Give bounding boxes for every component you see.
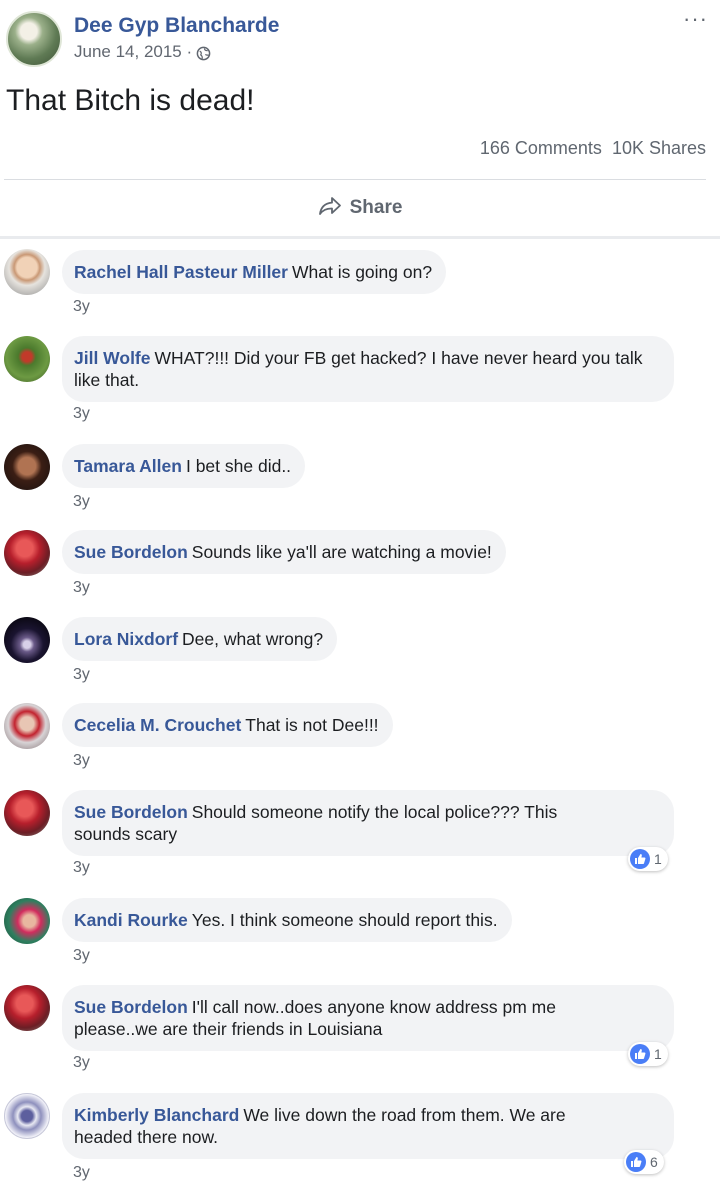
more-options-icon[interactable]: ··· (683, 6, 708, 32)
commenter-name[interactable]: Kandi Rourke (74, 910, 188, 930)
comment-bubble: Sue Bordelon Should someone notify the lo… (62, 790, 674, 856)
comment-bubble: Tamara Allen I bet she did.. (62, 444, 306, 488)
comment-bubble: Jill Wolfe WHAT?!!! Did your FB get hacke… (62, 336, 674, 402)
commenter-avatar[interactable] (4, 336, 50, 382)
like-count: 1 (654, 851, 662, 867)
comment-bubble: Rachel Hall Pasteur Miller What is going … (62, 250, 447, 294)
commenter-name[interactable]: Sue Bordelon (74, 542, 188, 562)
comment-bubble: Lora Nixdorf Dee, what wrong? (62, 617, 338, 661)
comment-text: Yes. I think someone should report this. (191, 910, 498, 930)
thumbs-up-icon (630, 849, 650, 869)
comment-time[interactable]: 3y (73, 752, 90, 770)
post-meta: June 14, 2015 · (74, 42, 211, 62)
comment-time[interactable]: 3y (73, 1054, 90, 1072)
commenter-name[interactable]: Tamara Allen (74, 456, 182, 476)
shares-count[interactable]: 10K Shares (612, 138, 706, 159)
comment-text: Dee, what wrong? (182, 629, 324, 649)
post-header: Dee Gyp Blancharde June 14, 2015 · ··· (0, 0, 720, 80)
post-text: That Bitch is dead! (6, 84, 255, 117)
commenter-avatar[interactable] (4, 444, 50, 490)
comment-text: WHAT?!!! Did your FB get hacked? I have … (74, 348, 643, 390)
like-count-badge[interactable]: 1 (628, 1042, 668, 1066)
commenter-avatar[interactable] (4, 703, 50, 749)
commenter-name[interactable]: Rachel Hall Pasteur Miller (74, 262, 288, 282)
comment-bubble: Cecelia M. Crouchet That is not Dee!!! (62, 703, 393, 747)
section-separator (0, 236, 720, 239)
post-stats: 166 Comments 10K Shares (480, 138, 706, 159)
commenter-avatar[interactable] (4, 898, 50, 944)
commenter-name[interactable]: Lora Nixdorf (74, 629, 178, 649)
globe-icon (196, 46, 211, 61)
comment-text: I bet she did.. (185, 456, 292, 476)
post-author-name[interactable]: Dee Gyp Blancharde (74, 14, 279, 38)
like-count: 1 (654, 1046, 662, 1062)
comment-time[interactable]: 3y (73, 298, 90, 316)
share-label: Share (349, 197, 403, 218)
thumbs-up-icon (630, 1044, 650, 1064)
comment-time[interactable]: 3y (73, 859, 90, 877)
commenter-name[interactable]: Sue Bordelon (74, 802, 188, 822)
comment-bubble: Sue Bordelon Sounds like ya'll are watchi… (62, 530, 506, 574)
commenter-name[interactable]: Sue Bordelon (74, 997, 188, 1017)
like-count-badge[interactable]: 1 (628, 847, 668, 871)
commenter-name[interactable]: Kimberly Blanchard (74, 1105, 239, 1125)
comment-time[interactable]: 3y (73, 493, 90, 511)
comment-text: That is not Dee!!! (245, 715, 379, 735)
share-arrow-icon (318, 196, 342, 221)
post-date[interactable]: June 14, 2015 · (74, 42, 192, 62)
comment-text: What is going on? (291, 262, 433, 282)
comment-bubble: Sue Bordelon I'll call now..does anyone k… (62, 985, 674, 1051)
comment-text: Sounds like ya'll are watching a movie! (191, 542, 492, 562)
comments-count[interactable]: 166 Comments (480, 138, 602, 159)
commenter-avatar[interactable] (4, 1093, 50, 1139)
author-avatar[interactable] (6, 11, 62, 67)
share-button[interactable]: Share (0, 180, 720, 236)
comment-time[interactable]: 3y (73, 579, 90, 597)
comment-bubble: Kimberly Blanchard We live down the road … (62, 1093, 674, 1159)
comment-time[interactable]: 3y (73, 405, 90, 423)
commenter-name[interactable]: Jill Wolfe (74, 348, 151, 368)
commenter-avatar[interactable] (4, 985, 50, 1031)
commenter-avatar[interactable] (4, 530, 50, 576)
comment-bubble: Kandi Rourke Yes. I think someone should … (62, 898, 512, 942)
comment-time[interactable]: 3y (73, 1164, 90, 1182)
commenter-name[interactable]: Cecelia M. Crouchet (74, 715, 241, 735)
commenter-avatar[interactable] (4, 249, 50, 295)
thumbs-up-icon (626, 1152, 646, 1172)
comment-time[interactable]: 3y (73, 666, 90, 684)
like-count: 6 (650, 1154, 658, 1170)
commenter-avatar[interactable] (4, 617, 50, 663)
commenter-avatar[interactable] (4, 790, 50, 836)
like-count-badge[interactable]: 6 (624, 1150, 664, 1174)
comment-time[interactable]: 3y (73, 947, 90, 965)
